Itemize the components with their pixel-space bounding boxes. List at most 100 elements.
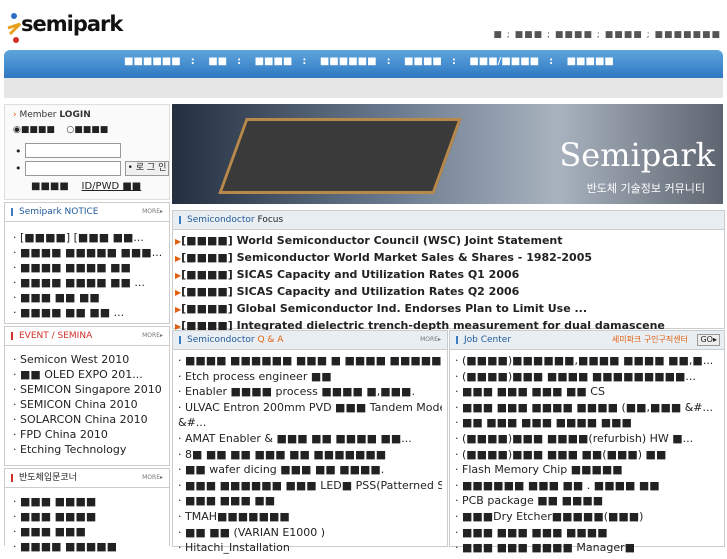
list-item[interactable]: · ULVAC Entron 200mm PVD ■■■ Tandem Mode… [178,400,442,416]
list-item[interactable]: · ■■■ ■■■ ■■ [178,493,442,509]
site-logo[interactable]: semipark [6,10,123,44]
nav-sep: : [190,56,195,67]
notice-more-link[interactable]: MORE▸ [142,203,163,221]
list-item[interactable]: · Flash Memory Chip ■■■■■ [455,462,719,478]
focus-item[interactable]: ▶[■■■■] Semiconductor World Market Sales… [175,250,724,267]
list-item[interactable]: · (■■■■)■■■■■■,■■■■ ■■■■ ■■,■... [455,353,719,369]
login-title: › Member LOGIN [13,110,91,120]
list-item[interactable]: · ■■■ ■■■ ■■■ ■■■■ [455,525,719,541]
list-item[interactable]: · SEMICON China 2010 [13,397,161,412]
list-item[interactable]: · ■■■ ■■■ [13,524,161,539]
logo-text: semipark [21,12,123,36]
list-item[interactable]: · ■■■ ■■■ ■■■■ Manager■ [455,540,719,556]
list-item[interactable]: · FPD China 2010 [13,427,161,442]
main-nav: ■■■■■■: ■■: ■■■■: ■■■■■■: ■■■■: ■■■/■■■■… [4,50,723,78]
radio-label-1: ■■■■ [20,125,55,135]
bullet-icon: › [13,110,17,120]
header-bar-icon [11,474,13,482]
list-item[interactable]: · AMAT Enabler & ■■■ ■■ ■■■■ ■■... [178,431,442,447]
list-item[interactable]: · ■■■■ ■■■■■ [13,539,161,554]
list-item[interactable]: · PCB package ■■ ■■■■ [455,493,719,509]
nav-item-3[interactable]: ■■■■ [255,56,293,67]
focus-panel: Semicondoctor Focus ▶[■■■■] World Semico… [172,210,725,332]
job-title: Job Center [464,335,512,345]
focus-item[interactable]: ▶[■■■■] World Semiconductor Council (WSC… [175,233,724,250]
focus-item[interactable]: ▶[■■■■] Global Semiconductor Ind. Endors… [175,301,724,318]
nav-item-1[interactable]: ■■■■■■ [124,56,181,67]
list-item[interactable]: · 8■ ■■ ■■ ■■■ ■■ ■■■■■■■ [178,447,442,463]
list-item[interactable]: · ■■■■ ■■■■ ■■ [13,260,161,275]
list-item[interactable]: · ■■■■■■ ■■■ ■■ . ■■■■ ■■ [455,478,719,494]
list-item[interactable]: · Enabler ■■■■ process ■■■■ ■,■■■. [178,384,442,400]
login-button[interactable]: • 로 그 인 [125,161,169,176]
qa-title-prefix: Semicondoctor [187,335,255,345]
list-item[interactable]: · ■■ wafer dicing ■■■ ■■ ■■■■. [178,462,442,478]
join-link[interactable]: ■■■■ [31,181,69,192]
nav-item-5[interactable]: ■■■■ [404,56,442,67]
event-panel: EVENT / SEMINA MORE▸ · Semicon West 2010… [4,326,170,466]
chip-image [218,118,462,194]
list-item[interactable]: · Etching Technology [13,442,161,457]
intro-more-link[interactable]: MORE▸ [142,469,163,487]
list-item[interactable]: · ■■■■ ■■■■■■ ■■■ ■ ■■■■ ■■■■■■... [178,353,442,369]
nav-sep: : [386,56,391,67]
list-item[interactable]: · ■■■ ■■■■ [13,494,161,509]
list-item[interactable]: · ■■ OLED EXPO 201... [13,367,161,382]
login-title-bold: LOGIN [59,110,91,120]
event-header: EVENT / SEMINA MORE▸ [5,327,169,346]
list-item[interactable]: · ■■■ ■■■ ■■■■ ■■■■ (■■,■■■ &#... [455,400,719,416]
list-item[interactable]: · (■■■■)■■■ ■■■ ■■(■■■) ■■ [455,447,719,463]
notice-title: Semipark NOTICE [19,207,99,217]
list-item[interactable]: · (■■■■)■■■ ■■■■ ■■■■■■■■■... [455,369,719,385]
list-item[interactable]: · Etch process engineer ■■ [178,369,442,385]
sub-nav-bar [4,78,723,98]
list-item[interactable]: · ■■ ■■■ ■■■ ■■■■ ■■■ [455,415,719,431]
login-box: › Member LOGIN ◉■■■■ ○■■■■ • • • 로 그 인 ■… [4,104,170,200]
intro-title: 반도체입문코너 [19,473,77,483]
list-item[interactable]: · ■■■ ■■■ ■■■ ■■ CS [455,384,719,400]
focus-title-suffix: Focus [257,215,284,225]
list-item[interactable]: · ■■ ■■ (VARIAN E1000 ) [178,525,442,541]
list-item[interactable]: &#... [178,415,442,431]
bullet-icon: • [15,162,22,175]
userid-input[interactable] [25,143,121,158]
qa-panel: Semicondoctor Q & A MORE▸ · ■■■■ ■■■■■■ … [172,330,448,554]
qa-more-link[interactable]: MORE▸ [420,331,441,349]
list-item[interactable]: · TMAH■■■■■■■ [178,509,442,525]
focus-item[interactable]: ▶[■■■■] SICAS Capacity and Utilization R… [175,284,724,301]
notice-panel: Semipark NOTICE MORE▸ · [■■■■] [■■■ ■■..… [4,202,170,324]
event-title: EVENT / SEMINA [19,331,93,341]
nav-item-4[interactable]: ■■■■■■ [320,56,377,67]
list-item[interactable]: · ■■■■ ■■■■ ■■ ... [13,275,161,290]
list-item[interactable]: · (■■■■)■■■ ■■■■(refurbish) HW ■... [455,431,719,447]
list-item[interactable]: · Semicon West 2010 [13,352,161,367]
focus-title-prefix: Semicondoctor [187,215,255,225]
nav-sep: : [451,56,456,67]
nav-item-2[interactable]: ■■ [208,56,227,67]
find-id-pwd-link[interactable]: ID/PWD ■■ [82,181,142,192]
list-item[interactable]: · SOLARCON China 2010 [13,412,161,427]
list-item[interactable]: · [■■■■] [■■■ ■■... [13,230,161,245]
list-item[interactable]: · ■■■■ ■■ ■■ ... [13,305,161,320]
utility-links[interactable]: ■ ; ■■■ ; ■■■■ ; ■■■■ ; ■■■■■■■ [493,30,721,40]
focus-item[interactable]: ▶[■■■■] SICAS Capacity and Utilization R… [175,267,724,284]
banner-subtitle: 반도체 기술정보 커뮤니티 [586,182,705,195]
radio-icon[interactable]: ○ [66,125,74,135]
member-type-radios: ◉■■■■ ○■■■■ [13,125,108,135]
go-button[interactable]: GO▸ [697,334,720,346]
list-item[interactable]: · SEMICON Singapore 2010 [13,382,161,397]
nav-item-7[interactable]: ■■■■■ [567,56,614,67]
list-item[interactable]: · ■■■ ■■■■ [13,509,161,524]
list-item[interactable]: · ■■■ ■■■■■■ ■■■ LED■ PSS(Patterned S... [178,478,442,494]
password-input[interactable] [25,161,121,176]
notice-header: Semipark NOTICE MORE▸ [5,203,169,222]
event-more-link[interactable]: MORE▸ [142,327,163,345]
nav-sep: : [549,56,554,67]
list-item[interactable]: · Hitachi_Installation [178,540,442,556]
list-item[interactable]: · ■■■■ ■■■■■ ■■■... [13,245,161,260]
radio-selected-icon[interactable]: ◉ [13,125,21,135]
list-item[interactable]: · ■■■ ■■ ■■ [13,290,161,305]
nav-item-6[interactable]: ■■■/■■■■ [469,56,539,67]
header-bar-icon [179,336,181,344]
list-item[interactable]: · ■■■Dry Etcher■■■■■(■■■) [455,509,719,525]
